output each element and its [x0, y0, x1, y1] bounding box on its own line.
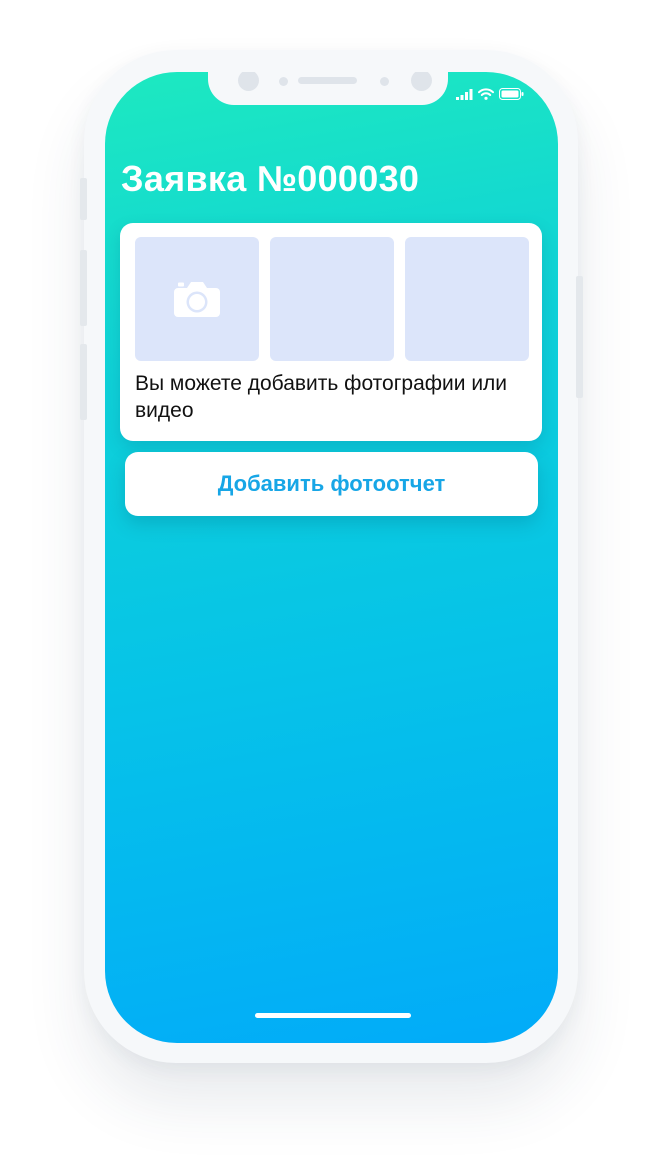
status-bar — [456, 88, 524, 100]
add-photo-report-button[interactable]: Добавить фотоотчет — [125, 452, 538, 516]
face-id-sensor — [411, 72, 432, 91]
upload-hint-text: Вы можете добавить фотографии или видео — [135, 372, 508, 422]
notch — [208, 72, 448, 105]
camera-icon — [174, 282, 220, 317]
side-button-power — [576, 276, 583, 398]
photo-slot[interactable] — [405, 237, 529, 361]
sensor-dot — [279, 77, 288, 86]
sensor-dot — [380, 77, 389, 86]
photo-slot[interactable] — [270, 237, 394, 361]
earpiece-speaker — [298, 77, 357, 84]
photo-upload-card: Вы можете добавить фотографии или видео — [120, 223, 542, 441]
battery-icon — [499, 88, 524, 100]
page-title: Заявка №000030 — [121, 158, 420, 199]
front-camera — [238, 72, 259, 91]
wifi-icon — [478, 88, 494, 100]
signal-icon — [456, 88, 473, 100]
page: Заявка №000030 Вы можете добавить фотогр… — [0, 0, 663, 1174]
app-screen: Заявка №000030 Вы можете добавить фотогр… — [105, 72, 558, 1043]
side-button-volume-down — [80, 344, 87, 420]
side-button-volume-up — [80, 250, 87, 326]
home-indicator[interactable] — [255, 1013, 411, 1018]
side-button-silent — [80, 178, 87, 220]
photo-slot-add[interactable] — [135, 237, 259, 361]
